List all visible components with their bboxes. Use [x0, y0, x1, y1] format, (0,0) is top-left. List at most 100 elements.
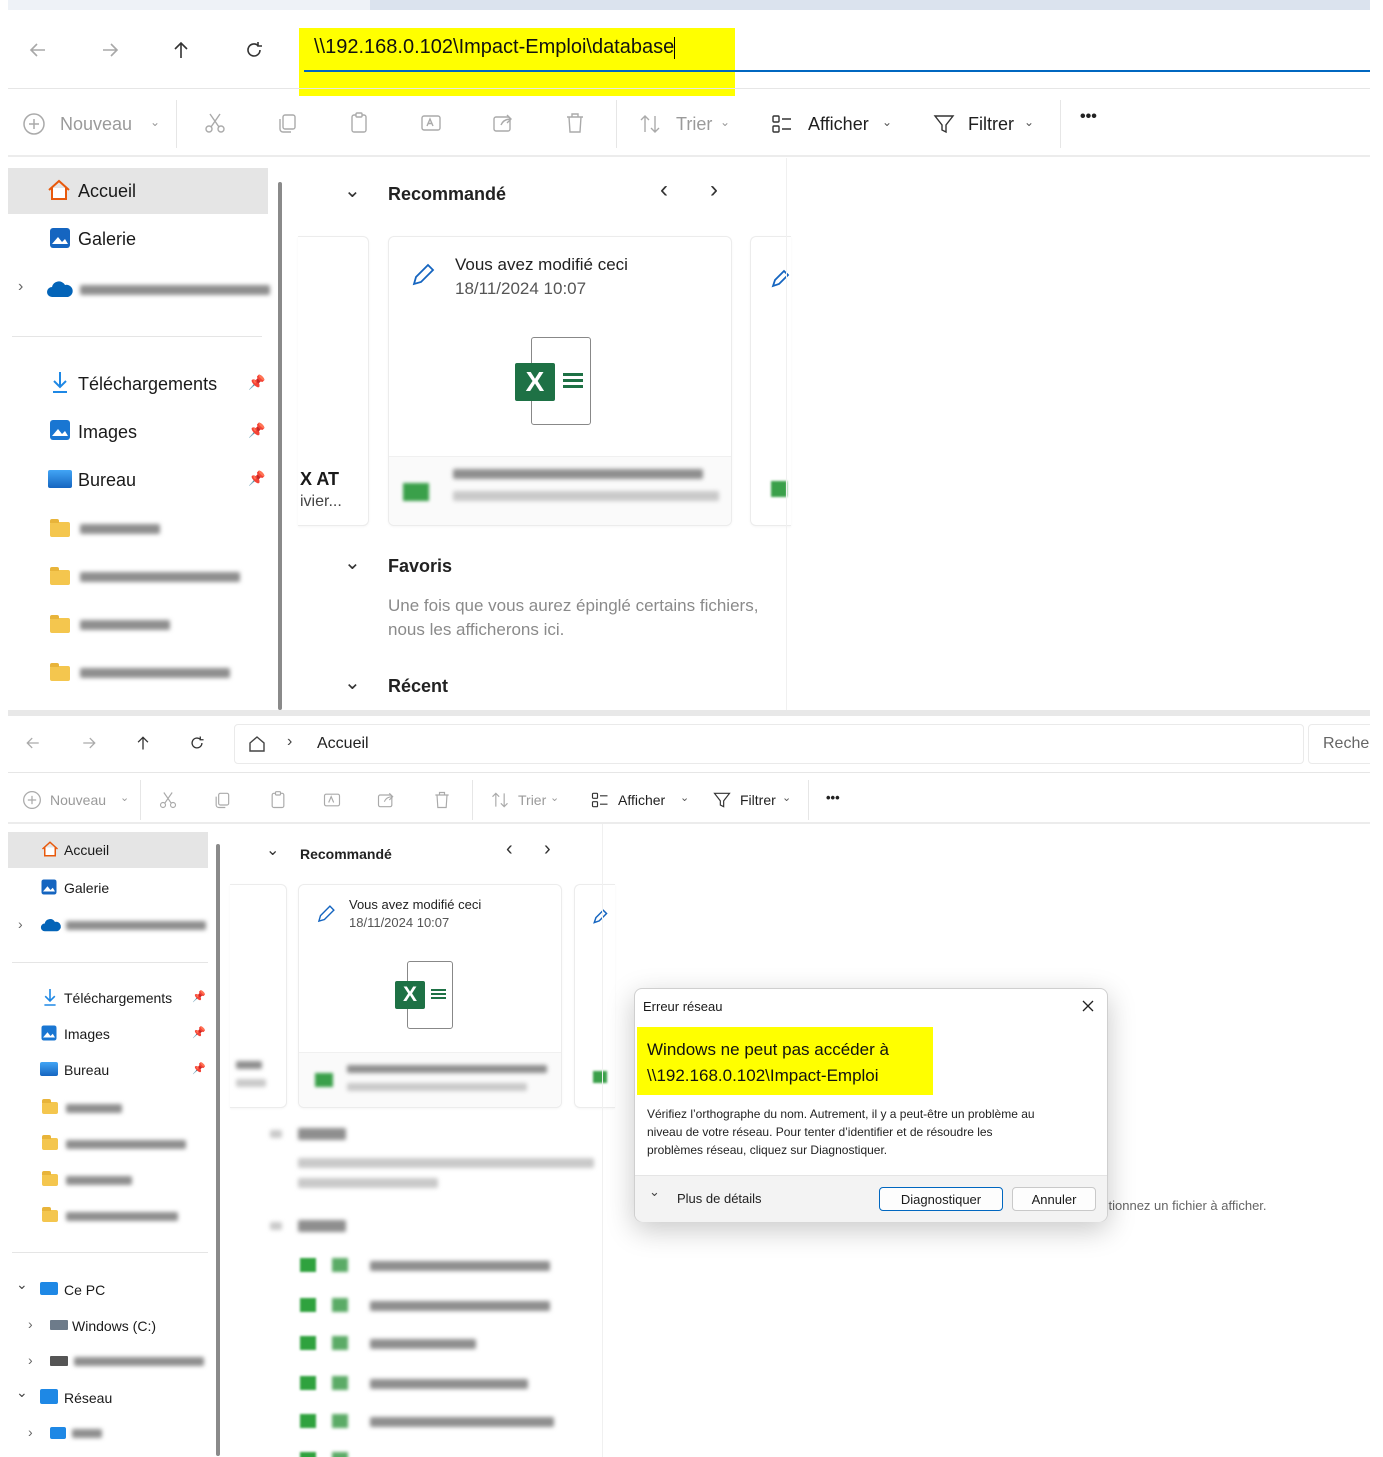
new-button[interactable]: Nouveau ⌄ [20, 108, 160, 140]
sidebar-item-gallery[interactable]: Galerie [8, 216, 268, 262]
sidebar-item-home[interactable]: Accueil [8, 168, 268, 214]
section-recommended[interactable]: ⌄ Recommandé [344, 180, 644, 210]
breadcrumb[interactable]: Accueil [317, 735, 369, 753]
share-button[interactable] [374, 788, 398, 812]
toolbar-sep [176, 100, 177, 148]
sidebar-item-drive[interactable]: › [8, 1344, 218, 1378]
share-button[interactable] [488, 108, 518, 138]
section-recommended[interactable]: ⌄ Recommandé [266, 842, 506, 868]
more-details-toggle[interactable]: ⌄ Plus de détails [649, 1184, 789, 1210]
file-card-partial[interactable]: X AT ivier... [298, 236, 369, 526]
sidebar-item-this-pc[interactable]: ⌄ Ce PC [8, 1272, 208, 1306]
address-input[interactable]: \\192.168.0.102\Impact-Emploi\database [314, 36, 676, 59]
address-bar[interactable] [304, 70, 1370, 72]
view-button[interactable]: Afficher ⌄ [768, 108, 898, 140]
sidebar-item-label: Bureau [64, 1062, 110, 1078]
copy-button[interactable] [210, 788, 234, 812]
rename-button[interactable] [416, 108, 446, 138]
diagnose-button[interactable]: Diagnostiquer [879, 1187, 1003, 1211]
more-button[interactable]: ••• [1080, 108, 1116, 138]
delete-button[interactable] [430, 788, 454, 812]
prev-button[interactable]: ‹ [660, 176, 668, 204]
paste-button[interactable] [344, 108, 374, 138]
refresh-button[interactable] [184, 730, 210, 756]
address-bar[interactable]: › Accueil [234, 724, 1304, 764]
sidebar-item-folder[interactable] [8, 1090, 208, 1122]
sidebar-item-folder[interactable] [8, 1126, 208, 1158]
sidebar-item-folder[interactable] [8, 604, 268, 644]
sidebar-item-folder[interactable] [8, 508, 268, 548]
redacted-text [298, 1158, 594, 1168]
filter-button[interactable]: Filtrer ⌄ [710, 788, 800, 814]
back-button[interactable] [22, 34, 54, 66]
filter-button[interactable]: Filtrer ⌄ [930, 108, 1040, 140]
arrow-right-icon [83, 737, 96, 749]
sort-button[interactable]: Trier ⌄ [636, 108, 736, 140]
forward-button[interactable] [76, 730, 102, 756]
sidebar-item-downloads[interactable]: Téléchargements 📌 [8, 360, 268, 406]
file-card-partial[interactable] [750, 236, 791, 526]
more-button[interactable]: ••• [826, 790, 856, 814]
sidebar-item-desktop[interactable]: Bureau 📌 [8, 1052, 208, 1086]
sort-button[interactable]: Trier ⌄ [488, 788, 568, 814]
sidebar-item-home[interactable]: Accueil [8, 832, 208, 868]
sidebar-item-onedrive[interactable]: › [8, 266, 278, 312]
refresh-button[interactable] [238, 34, 270, 66]
trash-icon [567, 113, 583, 133]
delete-button[interactable] [560, 108, 590, 138]
sidebar-item-folder[interactable] [8, 1198, 208, 1230]
sidebar-item-downloads[interactable]: Téléchargements 📌 [8, 980, 208, 1014]
file-card-partial[interactable] [230, 884, 287, 1108]
back-button[interactable] [20, 730, 46, 756]
file-card-partial[interactable] [574, 884, 615, 1108]
rename-button[interactable] [320, 788, 344, 812]
forward-button[interactable] [94, 34, 126, 66]
cancel-button[interactable]: Annuler [1012, 1187, 1096, 1211]
recent-file-row[interactable] [298, 1254, 598, 1278]
sidebar-item-folder[interactable] [8, 652, 268, 692]
computer-icon [40, 1282, 58, 1295]
pencil-icon [412, 263, 435, 286]
sidebar-item-network-host[interactable]: › [8, 1416, 208, 1450]
recent-file-row[interactable] [298, 1372, 598, 1396]
sidebar-item-images[interactable]: Images 📌 [8, 408, 268, 454]
chevron-down-icon: ⌄ [16, 1276, 28, 1292]
section-recent[interactable]: ⌄ Récent [344, 672, 644, 702]
sidebar-item-onedrive[interactable]: › [8, 908, 218, 942]
sidebar-item-label: Bureau [78, 470, 137, 490]
sidebar-item-gallery[interactable]: Galerie [8, 870, 208, 904]
sidebar-item-desktop[interactable]: Bureau 📌 [8, 456, 268, 502]
cut-button[interactable] [156, 788, 180, 812]
view-button[interactable]: Afficher ⌄ [588, 788, 689, 814]
body-line: Vérifiez l’orthographe du nom. Autrement… [647, 1107, 1035, 1121]
prev-button[interactable]: ‹ [506, 838, 513, 861]
file-card[interactable]: Vous avez modifié ceci 18/11/2024 10:07 … [298, 884, 562, 1108]
sidebar-item-folder[interactable] [8, 556, 268, 596]
next-button[interactable]: › [544, 838, 551, 861]
sidebar-item-windows-c[interactable]: › Windows (C:) [8, 1308, 208, 1342]
up-button[interactable] [130, 730, 156, 756]
paste-button[interactable] [266, 788, 290, 812]
search-box[interactable]: Recher [1308, 724, 1370, 764]
recent-file-row[interactable] [298, 1294, 598, 1318]
sidebar-item-images[interactable]: Images 📌 [8, 1016, 208, 1050]
cut-button[interactable] [200, 108, 230, 138]
recent-file-row[interactable] [298, 1332, 598, 1356]
next-button[interactable]: › [710, 176, 718, 204]
file-card[interactable]: Vous avez modifié ceci 18/11/2024 10:07 … [388, 236, 732, 526]
close-button[interactable] [1075, 995, 1101, 1017]
recent-file-row[interactable] [298, 1410, 598, 1434]
details-pane-hint: ctionnez un fichier à afficher. [1102, 1198, 1267, 1213]
sidebar-scrollbar[interactable] [216, 844, 220, 1456]
copy-button[interactable] [272, 108, 302, 138]
up-button[interactable] [165, 34, 197, 66]
redacted-text [370, 1261, 550, 1271]
section-favorites[interactable]: ⌄ Favoris [344, 552, 644, 582]
recent-file-row[interactable] [298, 1448, 598, 1457]
more-icon: ••• [826, 790, 840, 805]
new-button[interactable]: Nouveau ⌄ [20, 788, 140, 814]
sidebar-item-network[interactable]: ⌄ Réseau [8, 1380, 208, 1414]
sidebar-item-folder[interactable] [8, 1162, 208, 1194]
rename-icon [323, 793, 341, 807]
sidebar-scrollbar[interactable] [278, 182, 282, 710]
